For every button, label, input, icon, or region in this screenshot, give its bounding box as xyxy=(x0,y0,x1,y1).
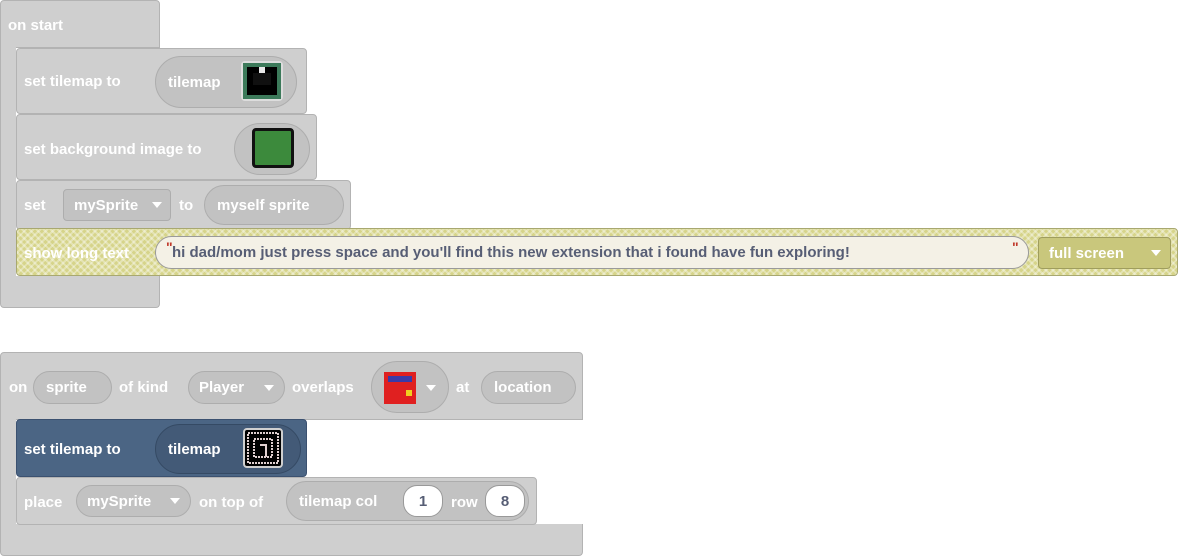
background-image-icon[interactable] xyxy=(252,128,294,168)
kind-dropdown[interactable]: Player xyxy=(188,371,285,404)
on-top-of-label: on top of xyxy=(199,494,264,511)
set-tilemap-block[interactable]: set tilemap to tilemap xyxy=(16,48,307,114)
row-input[interactable]: 8 xyxy=(485,485,525,517)
tilemap-label: tilemap xyxy=(168,73,221,91)
open-quote-icon: " xyxy=(166,239,173,255)
long-text-input[interactable]: " hi dad/mom just press space and you'll… xyxy=(155,236,1029,269)
long-text-value: hi dad/mom just press space and you'll f… xyxy=(172,244,850,261)
set-tilemap-label-2: set tilemap to xyxy=(24,441,121,458)
tilemap-maze-icon[interactable] xyxy=(243,428,283,468)
text-mode-dropdown[interactable]: full screen xyxy=(1038,237,1171,269)
chevron-down-icon xyxy=(264,385,274,391)
set-variable-block[interactable]: set mySprite to myself sprite xyxy=(16,180,351,230)
tile-image-icon xyxy=(384,372,416,404)
on-start-bottom xyxy=(0,276,160,308)
chevron-down-icon xyxy=(152,202,162,208)
to-label: to xyxy=(179,197,194,214)
tilemap-thumbnail-icon[interactable] xyxy=(241,61,283,101)
sprite-reporter[interactable]: myself sprite xyxy=(204,185,344,225)
set-background-label: set background image to xyxy=(24,141,202,158)
at-label: at xyxy=(456,379,470,396)
place-variable-name: mySprite xyxy=(87,492,152,510)
col-value: 1 xyxy=(418,492,428,510)
kind-value: Player xyxy=(199,379,245,396)
set-tilemap-label: set tilemap to xyxy=(24,73,121,90)
chevron-down-icon xyxy=(426,385,436,391)
row-label: row xyxy=(451,494,478,511)
sprite-param-label: sprite xyxy=(46,379,87,396)
chevron-down-icon xyxy=(170,498,180,504)
chevron-down-icon xyxy=(1151,250,1161,256)
on-start-label: on start xyxy=(8,17,64,34)
place-label: place xyxy=(24,494,63,511)
on-label: on xyxy=(9,379,28,396)
col-input[interactable]: 1 xyxy=(403,485,443,517)
place-block[interactable]: place mySprite on top of tilemap col 1 r… xyxy=(16,477,537,525)
set-tilemap-block-2[interactable]: set tilemap to tilemap xyxy=(16,419,307,477)
variable-name: mySprite xyxy=(74,196,139,214)
show-long-text-block[interactable]: show long text " hi dad/mom just press s… xyxy=(16,228,1178,276)
set-label: set xyxy=(24,197,46,214)
place-variable-dropdown[interactable]: mySprite xyxy=(76,485,191,517)
variable-dropdown[interactable]: mySprite xyxy=(63,189,171,221)
of-kind-label: of kind xyxy=(119,379,169,396)
sprite-param[interactable]: sprite xyxy=(33,371,112,404)
row-value: 8 xyxy=(500,492,510,510)
text-mode-value: full screen xyxy=(1049,244,1125,262)
set-background-block[interactable]: set background image to xyxy=(16,114,317,180)
show-long-text-label: show long text xyxy=(24,245,129,262)
location-param[interactable]: location xyxy=(481,371,576,404)
overlap-event-hat[interactable]: on sprite of kind Player overlaps at loc… xyxy=(0,352,583,420)
sprite-reporter-label: myself sprite xyxy=(217,196,310,214)
location-param-label: location xyxy=(494,379,552,396)
tile-picker[interactable] xyxy=(371,361,449,413)
tilemap-label-2: tilemap xyxy=(168,440,221,458)
close-quote-icon: " xyxy=(1012,239,1019,255)
tilemap-col-label: tilemap col xyxy=(299,492,378,510)
overlap-event-bottom xyxy=(0,524,583,556)
overlaps-label: overlaps xyxy=(292,379,354,396)
